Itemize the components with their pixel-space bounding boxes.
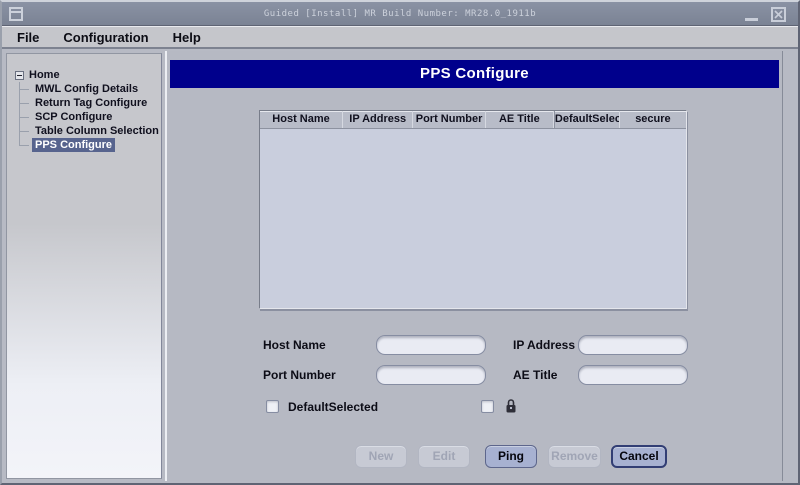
titlebar: Guided [Install] MR Build Number: MR28.0… (2, 2, 798, 26)
page-title: PPS Configure (170, 60, 779, 88)
menu-configuration[interactable]: Configuration (58, 28, 157, 47)
tree-node-label: PPS Configure (32, 138, 115, 152)
edit-button[interactable]: Edit (418, 445, 470, 468)
tree-expander-minus-icon[interactable] (15, 71, 24, 80)
port-number-label: Port Number (263, 368, 336, 382)
ping-button[interactable]: Ping (485, 445, 537, 468)
navigation-tree: Home MWL Config Details Return Tag Confi… (7, 54, 161, 152)
window-icon (9, 7, 23, 21)
menubar: File Configuration Help (2, 26, 798, 49)
sidebar: Home MWL Config Details Return Tag Confi… (6, 53, 162, 479)
pps-table-header: Host Name IP Address Port Number AE Titl… (260, 111, 686, 129)
new-button[interactable]: New (355, 445, 407, 468)
remove-button[interactable]: Remove (548, 445, 601, 468)
column-header-ip-address[interactable]: IP Address (343, 111, 413, 128)
tree-node-return-tag-configure[interactable]: Return Tag Configure (19, 96, 161, 110)
tree-node-label: Return Tag Configure (32, 96, 150, 110)
content-area: Home MWL Config Details Return Tag Confi… (4, 51, 796, 481)
menu-help[interactable]: Help (168, 28, 210, 47)
pps-table: Host Name IP Address Port Number AE Titl… (259, 110, 687, 309)
default-selected-checkbox[interactable] (266, 400, 279, 413)
port-number-field[interactable] (376, 365, 486, 385)
tree-node-label: Table Column Selection C (32, 124, 161, 138)
tree-node-home[interactable]: Home (15, 68, 161, 82)
tree-node-label: Home (29, 69, 60, 81)
ip-address-label: IP Address (513, 338, 575, 352)
column-header-host-name[interactable]: Host Name (260, 111, 343, 128)
close-icon[interactable] (771, 7, 786, 22)
tree-children: MWL Config Details Return Tag Configure … (19, 82, 161, 152)
tree-node-pps-configure[interactable]: PPS Configure (19, 138, 161, 152)
tree-node-table-column-selection[interactable]: Table Column Selection C (19, 124, 161, 138)
tree-node-scp-configure[interactable]: SCP Configure (19, 110, 161, 124)
default-selected-label: DefaultSelected (288, 400, 378, 414)
menu-file[interactable]: File (12, 28, 48, 47)
column-header-port-number[interactable]: Port Number (413, 111, 485, 128)
tree-node-label: SCP Configure (32, 110, 115, 124)
host-name-label: Host Name (263, 338, 326, 352)
pps-table-body[interactable] (260, 129, 686, 309)
ae-title-label: AE Title (513, 368, 557, 382)
window-title: Guided [Install] MR Build Number: MR28.0… (102, 2, 698, 26)
ip-address-field[interactable] (578, 335, 688, 355)
column-header-secure[interactable]: secure (620, 111, 686, 128)
tree-node-mwl-config-details[interactable]: MWL Config Details (19, 82, 161, 96)
minimize-icon[interactable] (745, 18, 758, 21)
column-header-ae-title[interactable]: AE Title (486, 111, 554, 128)
lock-icon (505, 398, 517, 413)
column-header-default-selected[interactable]: DefaultSelect... (554, 111, 620, 128)
tree-node-label: MWL Config Details (32, 82, 141, 96)
app-window: Guided [Install] MR Build Number: MR28.0… (0, 0, 800, 485)
host-name-field[interactable] (376, 335, 486, 355)
secure-checkbox[interactable] (481, 400, 494, 413)
main-panel: PPS Configure Host Name IP Address Port … (165, 51, 783, 481)
cancel-button[interactable]: Cancel (611, 445, 667, 468)
ae-title-field[interactable] (578, 365, 688, 385)
